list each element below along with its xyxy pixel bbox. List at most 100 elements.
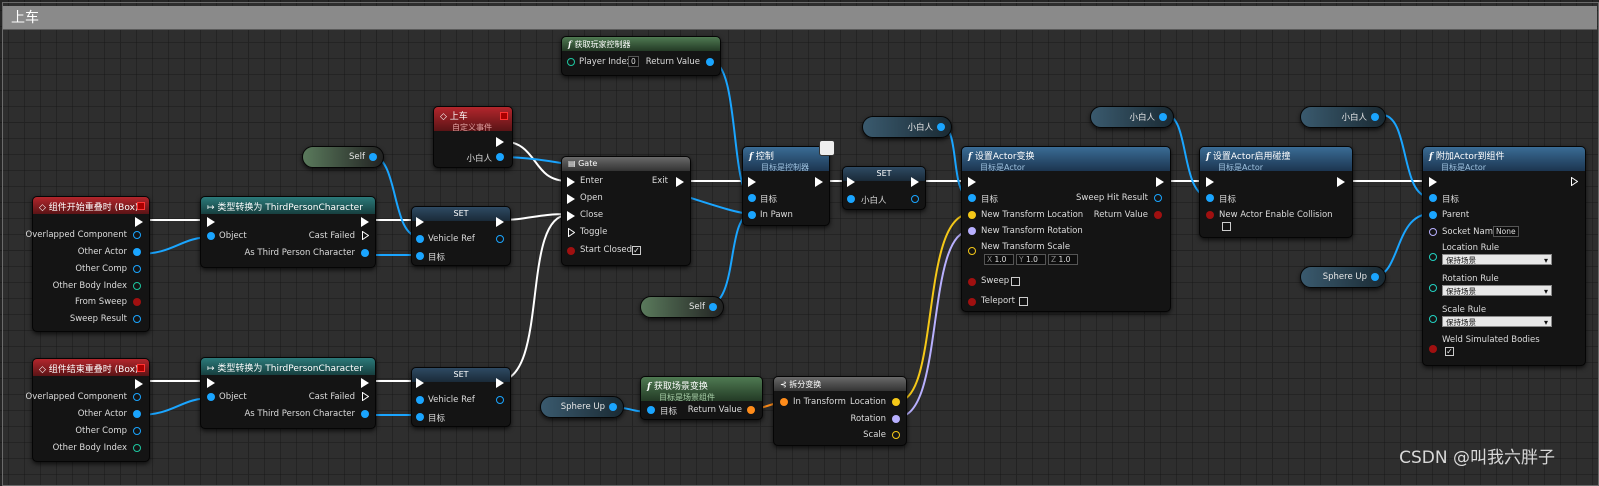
custom-event-node[interactable]: ◇ 上车 自定义事件 小白人 bbox=[433, 106, 513, 168]
exec-in-pin[interactable] bbox=[847, 177, 855, 187]
cast-node[interactable]: ↦ 类型转换为 ThirdPersonCharacter Object Cast… bbox=[200, 196, 376, 268]
exec-in-pin[interactable] bbox=[567, 177, 575, 187]
break-transform-node[interactable]: ⊰ 拆分变换 In Transform Location Rotation Sc… bbox=[773, 376, 907, 446]
exec-out-pin[interactable] bbox=[676, 177, 684, 187]
attach-actor-to-component-node[interactable]: f 附加Actor到组件 目标是Actor 目标 Parent Socket Nam… bbox=[1422, 146, 1586, 366]
sphere-up-variable-node[interactable]: Sphere Up bbox=[540, 396, 624, 418]
exec-out-pin[interactable] bbox=[361, 378, 369, 388]
scale-z-input[interactable]: Z 1.0 bbox=[1048, 254, 1078, 265]
exec-out-pin[interactable] bbox=[1156, 177, 1164, 187]
enable-collision-checkbox[interactable] bbox=[1222, 222, 1231, 231]
exec-out-pin[interactable] bbox=[362, 231, 369, 240]
self-variable-node[interactable]: Self bbox=[640, 296, 724, 318]
int-pin[interactable] bbox=[567, 58, 575, 66]
possess-node[interactable]: f 控制 目标是控制器 目标 In Pawn bbox=[742, 140, 835, 226]
object-pin[interactable] bbox=[207, 232, 215, 240]
rotation-rule-dropdown[interactable]: 保持场景 bbox=[1442, 285, 1552, 297]
event-end-overlap-node[interactable]: ◇ 组件结束重叠时 (Box) Overlapped Component Oth… bbox=[26, 358, 150, 462]
exec-in-pin[interactable] bbox=[416, 217, 424, 227]
object-pin[interactable] bbox=[911, 195, 919, 203]
vector-pin[interactable] bbox=[892, 431, 900, 439]
object-pin[interactable] bbox=[709, 303, 717, 311]
exec-in-pin[interactable] bbox=[748, 177, 756, 187]
rotator-pin[interactable] bbox=[892, 415, 900, 423]
xiaobairen-variable-node[interactable]: 小白人 bbox=[862, 116, 952, 138]
exec-out-pin[interactable] bbox=[911, 177, 919, 187]
object-pin[interactable] bbox=[361, 249, 369, 257]
set-vehicle-ref-node[interactable]: SET Vehicle Ref 目标 bbox=[411, 367, 511, 427]
object-pin[interactable] bbox=[748, 194, 756, 202]
scale-x-input[interactable]: X 1.0 bbox=[984, 254, 1014, 265]
start-closed-checkbox[interactable]: ✓ bbox=[632, 246, 641, 255]
object-pin[interactable] bbox=[496, 235, 504, 243]
enum-pin[interactable] bbox=[1429, 315, 1437, 323]
delegate-pin[interactable] bbox=[137, 364, 145, 372]
set-xiaobairen-node[interactable]: SET 小白人 bbox=[842, 166, 926, 210]
object-pin[interactable] bbox=[133, 393, 141, 401]
exec-out-pin[interactable] bbox=[1337, 177, 1345, 187]
object-pin[interactable] bbox=[1371, 113, 1379, 121]
object-pin[interactable] bbox=[416, 396, 424, 404]
bool-pin[interactable] bbox=[1206, 211, 1214, 219]
object-pin[interactable] bbox=[1429, 194, 1437, 202]
self-variable-node[interactable]: Self bbox=[302, 146, 384, 168]
struct-pin[interactable] bbox=[133, 315, 141, 323]
int-pin[interactable] bbox=[133, 282, 141, 290]
set-actor-transform-node[interactable]: f 设置Actor变换 目标是Actor 目标 Sweep Hit Result N… bbox=[961, 146, 1171, 312]
sweep-checkbox[interactable] bbox=[1011, 277, 1020, 286]
exec-out-pin[interactable] bbox=[362, 392, 369, 401]
delegate-pin[interactable] bbox=[137, 202, 145, 210]
exec-out-pin[interactable] bbox=[361, 217, 369, 227]
socket-name-input[interactable]: None bbox=[1493, 226, 1519, 237]
name-pin[interactable] bbox=[1429, 228, 1437, 236]
object-pin[interactable] bbox=[847, 195, 855, 203]
exec-in-pin[interactable] bbox=[1429, 177, 1437, 187]
bool-pin[interactable] bbox=[968, 278, 976, 286]
exec-in-pin[interactable] bbox=[568, 228, 575, 237]
object-pin[interactable] bbox=[133, 410, 141, 418]
object-pin[interactable] bbox=[968, 194, 976, 202]
exec-out-pin[interactable] bbox=[496, 378, 504, 388]
get-player-controller-node[interactable]: f 获取玩家控制器 Player Index 0 Return Value bbox=[561, 36, 721, 76]
object-pin[interactable] bbox=[361, 410, 369, 418]
vector-pin[interactable] bbox=[968, 247, 976, 255]
set-vehicle-ref-node[interactable]: SET Vehicle Ref 目标 bbox=[411, 206, 511, 266]
struct-pin[interactable] bbox=[1154, 194, 1162, 202]
object-pin[interactable] bbox=[1371, 273, 1379, 281]
scale-rule-dropdown[interactable]: 保持场景 bbox=[1442, 316, 1552, 328]
vector-pin[interactable] bbox=[968, 211, 976, 219]
exec-out-pin[interactable] bbox=[496, 137, 504, 147]
object-pin[interactable] bbox=[1159, 113, 1167, 121]
object-pin[interactable] bbox=[369, 153, 377, 161]
bool-pin[interactable] bbox=[567, 247, 575, 255]
exec-out-pin[interactable] bbox=[135, 379, 143, 389]
exec-in-pin[interactable] bbox=[567, 211, 575, 221]
scale-y-input[interactable]: Y 1.0 bbox=[1016, 254, 1046, 265]
sphere-up-variable-node[interactable]: Sphere Up bbox=[1300, 266, 1386, 288]
object-pin[interactable] bbox=[496, 396, 504, 404]
bool-pin[interactable] bbox=[1429, 345, 1437, 353]
object-pin[interactable] bbox=[416, 235, 424, 243]
object-pin[interactable] bbox=[416, 252, 424, 260]
object-pin[interactable] bbox=[1429, 211, 1437, 219]
enum-pin[interactable] bbox=[1429, 284, 1437, 292]
object-pin[interactable] bbox=[133, 231, 141, 239]
object-pin[interactable] bbox=[609, 403, 617, 411]
teleport-checkbox[interactable] bbox=[1019, 297, 1028, 306]
object-pin[interactable] bbox=[133, 427, 141, 435]
xiaobairen-variable-node[interactable]: 小白人 bbox=[1090, 106, 1174, 128]
rotator-pin[interactable] bbox=[968, 227, 976, 235]
exec-out-pin[interactable] bbox=[135, 217, 143, 227]
bool-pin[interactable] bbox=[133, 298, 141, 306]
exec-in-pin[interactable] bbox=[207, 378, 215, 388]
object-pin[interactable] bbox=[133, 265, 141, 273]
player-index-input[interactable]: 0 bbox=[628, 56, 639, 67]
delegate-pin[interactable] bbox=[500, 112, 508, 120]
exec-in-pin[interactable] bbox=[207, 217, 215, 227]
exec-in-pin[interactable] bbox=[567, 194, 575, 204]
exec-out-pin[interactable] bbox=[1571, 177, 1578, 186]
object-pin[interactable] bbox=[133, 248, 141, 256]
object-pin[interactable] bbox=[1206, 194, 1214, 202]
bool-pin[interactable] bbox=[968, 298, 976, 306]
exec-in-pin[interactable] bbox=[968, 177, 976, 187]
